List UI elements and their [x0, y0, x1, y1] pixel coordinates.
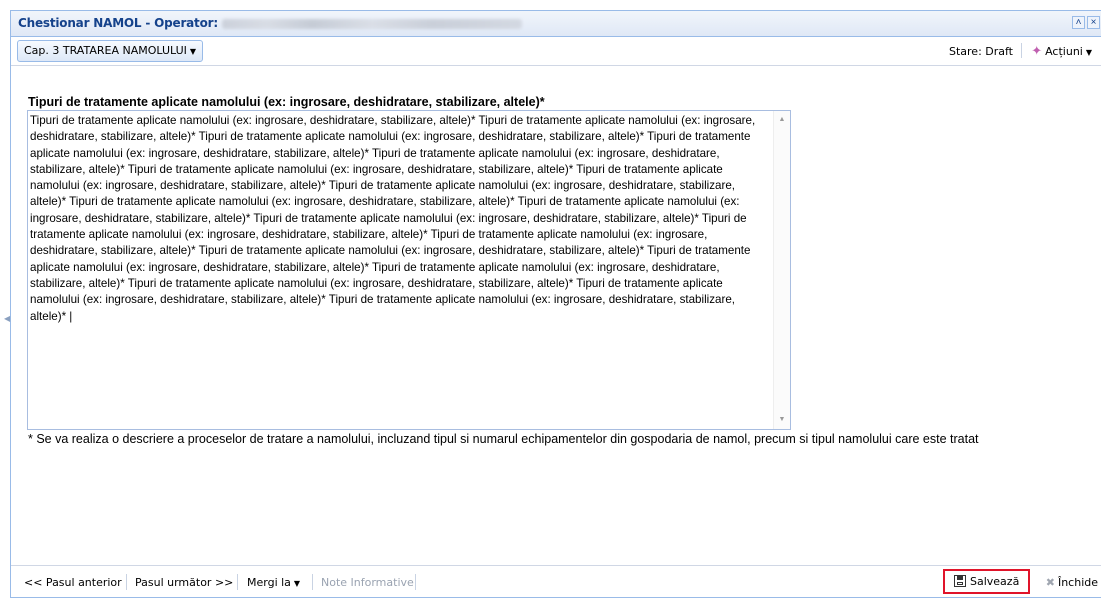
- chevron-down-icon: ▼: [293, 579, 301, 588]
- textarea-value: Tipuri de tratamente aplicate namolului …: [30, 114, 759, 323]
- floppy-disk-icon: [954, 575, 966, 587]
- footer-divider: [312, 574, 313, 590]
- save-label: Salvează: [970, 575, 1020, 588]
- textarea-scrollbar[interactable]: ▲ ▼: [773, 111, 790, 429]
- footer-divider: [237, 574, 238, 590]
- bottom-toolbar: << Pasul anterior Pasul următor >> Mergi…: [11, 565, 1101, 597]
- footer-divider: [126, 574, 127, 590]
- actions-menu-button[interactable]: ✦ Acțiuni ▼: [1031, 44, 1092, 59]
- field-label: Tipuri de tratamente aplicate namolului …: [28, 95, 545, 109]
- next-step-button[interactable]: Pasul următor >>: [135, 576, 233, 589]
- toolbar-divider: [1021, 43, 1022, 58]
- chevron-down-icon: ▼: [189, 47, 197, 56]
- footer-divider: [415, 574, 416, 590]
- window-titlebar: Chestionar NAMOL - Operator: ˄ ×: [11, 11, 1101, 37]
- info-notes-button[interactable]: Note Informative: [321, 576, 414, 589]
- chapter-label: Cap. 3 TRATAREA NAMOLULUI: [24, 44, 187, 57]
- top-toolbar: Cap. 3 TRATAREA NAMOLULUI ▼ Stare: Draft …: [11, 37, 1101, 66]
- treatment-types-textarea[interactable]: Tipuri de tratamente aplicate namolului …: [27, 110, 791, 430]
- close-label: Închide: [1057, 576, 1098, 589]
- chapter-dropdown[interactable]: Cap. 3 TRATAREA NAMOLULUI ▼: [17, 40, 204, 62]
- collapse-icon[interactable]: ˄: [1072, 16, 1085, 29]
- save-button[interactable]: Salvează: [943, 569, 1030, 594]
- actions-label: Acțiuni: [1045, 45, 1083, 58]
- splitter-handle-icon[interactable]: ◀: [4, 314, 10, 323]
- window-title-text: Chestionar NAMOL - Operator:: [18, 16, 218, 30]
- scroll-down-icon[interactable]: ▼: [774, 413, 790, 427]
- close-x-icon: ✖: [1045, 576, 1055, 589]
- chevron-down-icon: ▼: [1085, 48, 1092, 57]
- close-icon[interactable]: ×: [1087, 16, 1100, 29]
- goto-label: Mergi la: [247, 576, 291, 589]
- status-text: Stare: Draft: [948, 45, 1013, 58]
- window-title: Chestionar NAMOL - Operator:: [18, 16, 522, 30]
- questionnaire-window: Chestionar NAMOL - Operator: ˄ × Cap. 3 …: [10, 10, 1101, 598]
- form-content: Tipuri de tratamente aplicate namolului …: [11, 67, 1101, 565]
- scroll-up-icon[interactable]: ▲: [774, 113, 790, 127]
- previous-step-button[interactable]: << Pasul anterior: [24, 576, 122, 589]
- close-button[interactable]: ✖ Închide: [1046, 576, 1098, 589]
- gear-sparkle-icon: ✦: [1031, 44, 1043, 59]
- field-note: * Se va realiza o descriere a proceselor…: [28, 432, 979, 446]
- goto-dropdown[interactable]: Mergi la ▼: [247, 576, 300, 589]
- operator-name-redacted: [221, 18, 522, 29]
